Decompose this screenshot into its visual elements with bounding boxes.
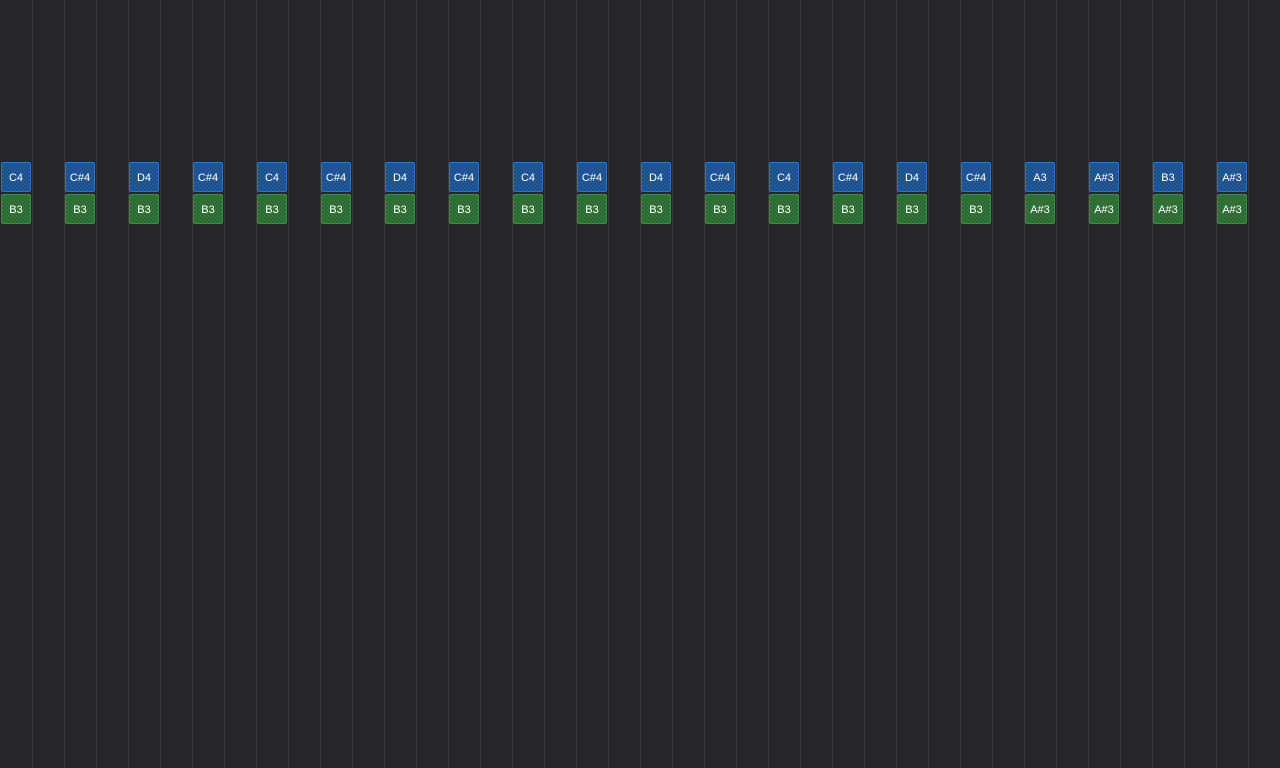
note-block-lower[interactable]: B3 [449,194,479,224]
grid-column-line [384,0,385,768]
grid-column-line [224,0,225,768]
note-block-upper[interactable]: C#4 [961,162,991,192]
note-block-upper[interactable]: D4 [641,162,671,192]
grid-column-line [896,0,897,768]
note-block-upper[interactable]: D4 [385,162,415,192]
grid-column-line [640,0,641,768]
grid-column-line [1216,0,1217,768]
note-block-upper[interactable]: C#4 [577,162,607,192]
grid-column-line [192,0,193,768]
grid-column-line [96,0,97,768]
grid-column-line [512,0,513,768]
grid-column-line [64,0,65,768]
grid-column-line [160,0,161,768]
grid-column-line [544,0,545,768]
note-block-lower[interactable]: B3 [513,194,543,224]
note-block-upper[interactable]: C#4 [705,162,735,192]
note-block-lower[interactable]: B3 [897,194,927,224]
note-block-lower[interactable]: B3 [129,194,159,224]
note-block-lower[interactable]: B3 [193,194,223,224]
grid-column-line [256,0,257,768]
grid-column-line [1088,0,1089,768]
grid-column-line [672,0,673,768]
note-block-lower[interactable]: B3 [257,194,287,224]
note-block-lower[interactable]: B3 [385,194,415,224]
note-block-upper[interactable]: B3 [1153,162,1183,192]
note-block-lower[interactable]: B3 [1,194,31,224]
note-block-lower[interactable]: A#3 [1025,194,1055,224]
note-block-upper[interactable]: A3 [1025,162,1055,192]
piano-roll-grid[interactable]: C4 B3 C#4 B3 D4 B3 C#4 B3 C4 B3 C#4 B3 D4 B3 C#4 B3 C4 B3… [0,0,1280,768]
grid-column-line [704,0,705,768]
grid-column-line [32,0,33,768]
note-block-lower[interactable]: B3 [961,194,991,224]
grid-column-line [992,0,993,768]
note-block-upper[interactable]: A#3 [1089,162,1119,192]
note-block-upper[interactable]: C#4 [193,162,223,192]
grid-column-line [832,0,833,768]
note-block-upper[interactable]: C4 [257,162,287,192]
note-block-lower[interactable]: A#3 [1089,194,1119,224]
grid-column-line [480,0,481,768]
note-block-upper[interactable]: D4 [129,162,159,192]
note-block-lower[interactable]: B3 [321,194,351,224]
note-block-upper[interactable]: C4 [769,162,799,192]
grid-column-line [736,0,737,768]
note-block-upper[interactable]: C#4 [449,162,479,192]
grid-column-line [1056,0,1057,768]
grid-column-line [928,0,929,768]
note-block-upper[interactable]: A#3 [1217,162,1247,192]
grid-column-line [608,0,609,768]
note-block-upper[interactable]: C#4 [833,162,863,192]
grid-column-line [1120,0,1121,768]
grid-column-line [416,0,417,768]
grid-column-line [288,0,289,768]
grid-column-line [448,0,449,768]
note-block-lower[interactable]: B3 [577,194,607,224]
note-block-upper[interactable]: C4 [513,162,543,192]
grid-column-line [352,0,353,768]
note-block-upper[interactable]: C4 [1,162,31,192]
grid-column-line [800,0,801,768]
note-block-lower[interactable]: B3 [705,194,735,224]
grid-column-line [768,0,769,768]
grid-column-line [1024,0,1025,768]
note-block-upper[interactable]: C#4 [321,162,351,192]
grid-column-line [128,0,129,768]
note-block-lower[interactable]: B3 [65,194,95,224]
grid-column-line [1152,0,1153,768]
note-block-lower[interactable]: B3 [769,194,799,224]
grid-column-line [320,0,321,768]
note-block-upper[interactable]: C#4 [65,162,95,192]
grid-column-line [960,0,961,768]
note-block-lower[interactable]: B3 [833,194,863,224]
note-block-lower[interactable]: B3 [641,194,671,224]
note-block-upper[interactable]: D4 [897,162,927,192]
note-block-lower[interactable]: A#3 [1153,194,1183,224]
grid-column-line [1184,0,1185,768]
grid-column-line [576,0,577,768]
note-block-lower[interactable]: A#3 [1217,194,1247,224]
grid-column-line [864,0,865,768]
grid-column-line [1248,0,1249,768]
